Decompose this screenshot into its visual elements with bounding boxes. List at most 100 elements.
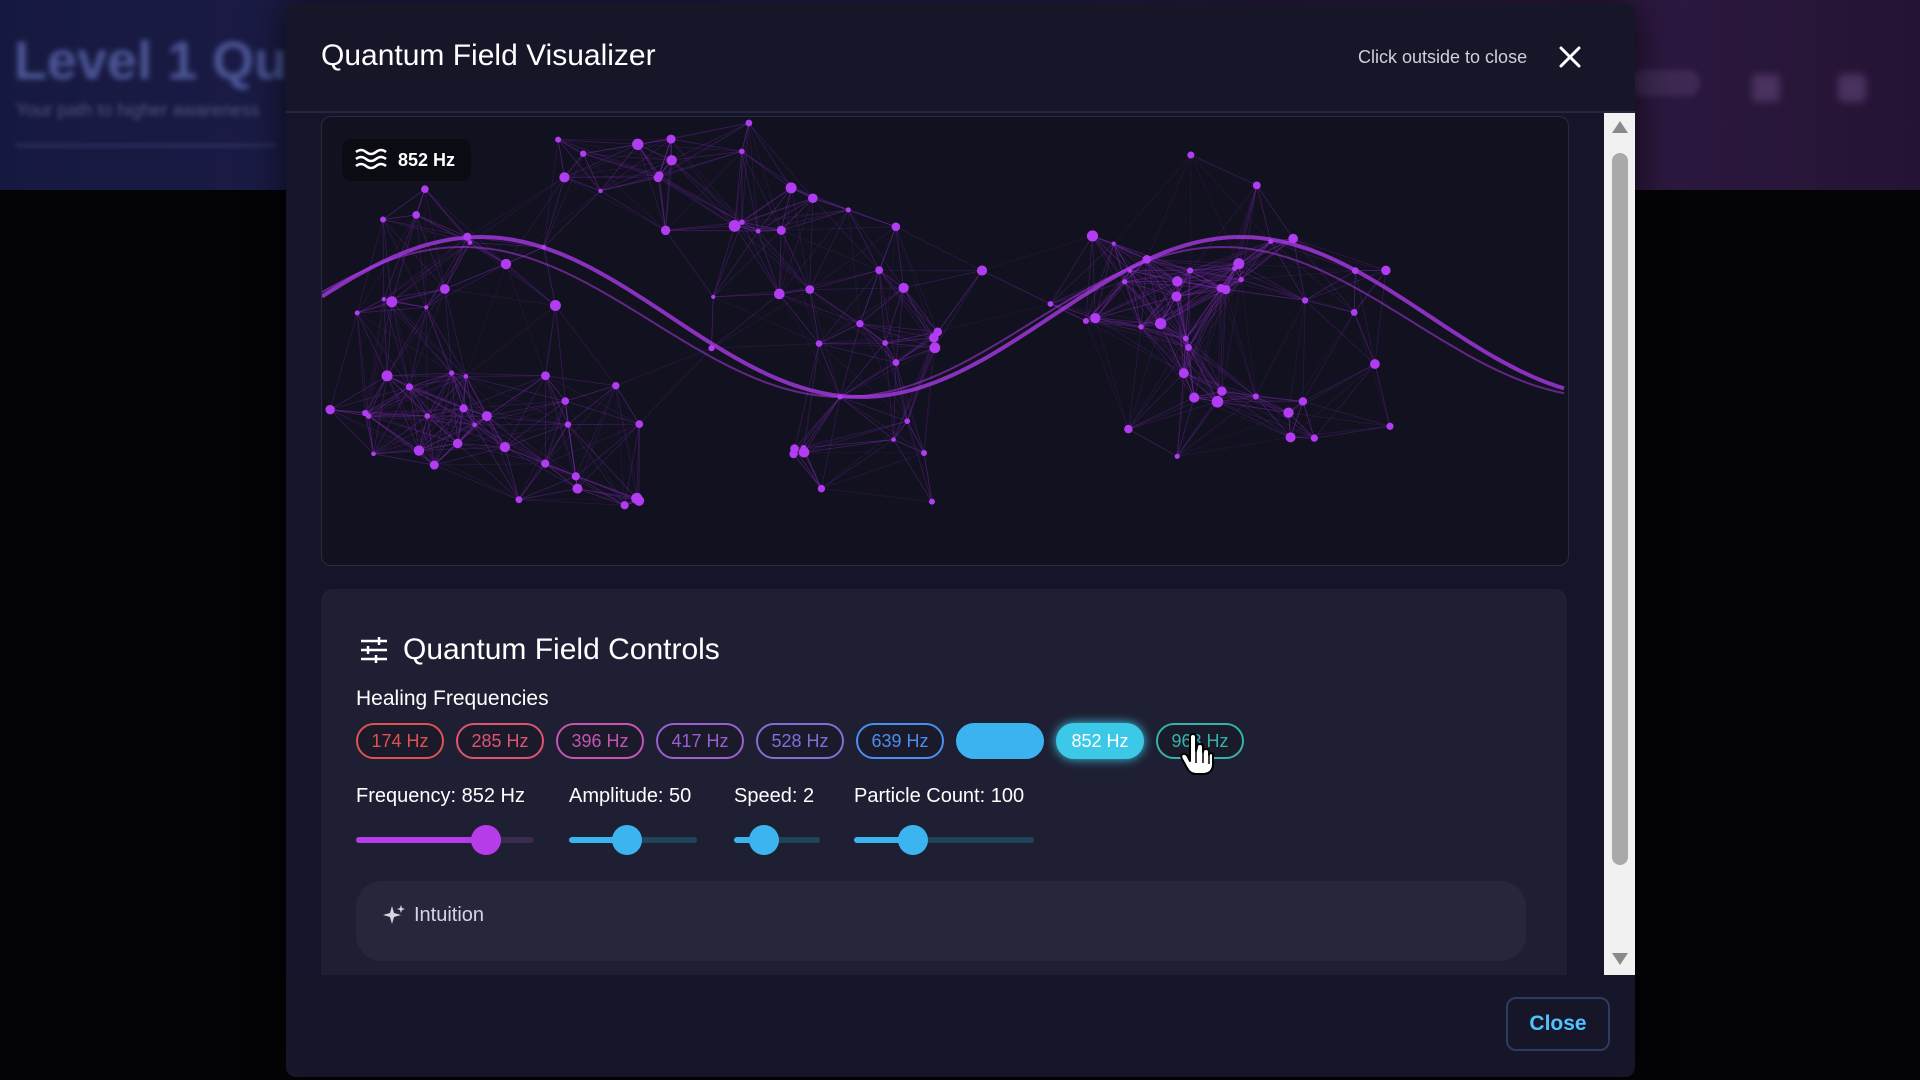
particle bbox=[805, 285, 815, 294]
value-slider[interactable] bbox=[356, 825, 534, 855]
connection-line bbox=[1304, 300, 1376, 365]
particle bbox=[635, 420, 644, 429]
frequency-chip[interactable]: 639 Hz bbox=[856, 723, 944, 759]
particle bbox=[708, 345, 715, 352]
frequency-badge-label: 852 Hz bbox=[398, 149, 456, 170]
particle bbox=[655, 171, 664, 180]
particle bbox=[660, 225, 671, 236]
frequency-chip[interactable]: 174 Hz bbox=[356, 723, 444, 759]
connection-line bbox=[791, 187, 897, 228]
connection-line bbox=[1288, 312, 1355, 413]
frequency-chip[interactable]: 417 Hz bbox=[656, 723, 744, 759]
particle bbox=[633, 495, 645, 506]
frequency-badge: 852 Hz bbox=[342, 139, 472, 181]
connection-line bbox=[1190, 154, 1272, 242]
particle bbox=[439, 284, 450, 294]
scroll-down-arrow-icon[interactable] bbox=[1612, 953, 1628, 965]
connection-line bbox=[434, 463, 546, 466]
frequency-chip[interactable] bbox=[956, 723, 1044, 759]
intuition-section[interactable]: Intuition bbox=[356, 881, 1526, 961]
connection-line bbox=[711, 289, 810, 349]
particle bbox=[463, 232, 472, 241]
particle bbox=[1211, 395, 1224, 408]
connection-line bbox=[748, 122, 814, 199]
connection-line bbox=[878, 269, 935, 338]
connection-line bbox=[416, 214, 468, 238]
connection-line bbox=[486, 415, 506, 448]
slider-thumb[interactable] bbox=[612, 825, 642, 855]
particle bbox=[1283, 407, 1294, 418]
connection-line bbox=[665, 230, 714, 298]
connection-line bbox=[1240, 279, 1257, 397]
connection-line bbox=[518, 488, 578, 501]
value-slider[interactable] bbox=[854, 825, 1034, 855]
particle bbox=[904, 418, 911, 424]
connection-line bbox=[741, 222, 780, 295]
close-hint: Click outside to close bbox=[1358, 47, 1528, 67]
connection-line bbox=[368, 415, 458, 444]
particle bbox=[1124, 424, 1133, 434]
connection-line bbox=[415, 189, 426, 216]
scroll-up-arrow-icon[interactable] bbox=[1612, 121, 1628, 133]
particle bbox=[666, 155, 677, 166]
frequency-chip[interactable]: 528 Hz bbox=[756, 723, 844, 759]
connection-line bbox=[600, 190, 666, 231]
slider-thumb[interactable] bbox=[471, 825, 501, 855]
hand-cursor-icon bbox=[1180, 733, 1214, 775]
slider-label: Frequency: 852 Hz bbox=[356, 785, 525, 807]
connection-line bbox=[391, 301, 452, 374]
particle bbox=[1186, 267, 1194, 274]
healing-frequencies-label: Healing Frequencies bbox=[356, 687, 549, 710]
modal-title: Quantum Field Visualizer bbox=[321, 39, 656, 72]
particle bbox=[1216, 283, 1225, 293]
close-icon[interactable] bbox=[1554, 41, 1586, 73]
slider-label: Amplitude: 50 bbox=[569, 785, 692, 807]
connection-line bbox=[545, 305, 556, 376]
connection-line bbox=[329, 312, 358, 410]
connection-line bbox=[1288, 363, 1376, 414]
connection-line bbox=[424, 189, 427, 308]
particle bbox=[898, 282, 909, 294]
connection-line bbox=[638, 347, 712, 425]
connection-line bbox=[1256, 185, 1272, 242]
connection-line bbox=[504, 446, 578, 489]
particle bbox=[1301, 297, 1309, 304]
connection-line bbox=[809, 289, 886, 344]
connection-line bbox=[457, 443, 520, 500]
quantum-field-canvas[interactable]: 852 Hz bbox=[321, 116, 1569, 566]
particle bbox=[413, 445, 425, 456]
connection-lines bbox=[329, 122, 1391, 506]
particle bbox=[449, 370, 455, 376]
particle bbox=[1386, 422, 1394, 430]
connection-line bbox=[1302, 401, 1391, 427]
frequency-chip[interactable]: 396 Hz bbox=[556, 723, 644, 759]
modal-body[interactable]: 852 Hz Quantum Field Controls Healing Fr… bbox=[286, 113, 1606, 975]
connection-line bbox=[711, 296, 714, 349]
connection-line bbox=[373, 453, 435, 466]
sliders-icon bbox=[361, 637, 387, 663]
connection-line bbox=[804, 451, 925, 454]
particle bbox=[800, 444, 807, 451]
connection-line bbox=[564, 138, 672, 178]
connection-line bbox=[712, 222, 743, 298]
slider-thumb[interactable] bbox=[749, 825, 779, 855]
connection-line bbox=[557, 139, 565, 178]
slider-thumb[interactable] bbox=[898, 825, 928, 855]
value-slider[interactable] bbox=[569, 825, 697, 855]
close-button[interactable]: Close bbox=[1506, 997, 1610, 1051]
frequency-chip[interactable]: 285 Hz bbox=[456, 723, 544, 759]
scrollbar-thumb[interactable] bbox=[1612, 153, 1628, 865]
particle bbox=[892, 359, 900, 366]
particle bbox=[541, 459, 550, 468]
connection-line bbox=[1190, 154, 1257, 186]
particle bbox=[776, 225, 786, 235]
particle bbox=[620, 501, 629, 510]
modal-scrollbar[interactable] bbox=[1604, 113, 1635, 975]
connection-line bbox=[821, 439, 894, 489]
particle bbox=[365, 413, 372, 419]
value-slider[interactable] bbox=[734, 825, 820, 855]
connection-line bbox=[803, 420, 908, 449]
connection-line bbox=[670, 138, 743, 223]
particle bbox=[1298, 397, 1308, 406]
frequency-chip[interactable]: 852 Hz bbox=[1056, 723, 1144, 759]
